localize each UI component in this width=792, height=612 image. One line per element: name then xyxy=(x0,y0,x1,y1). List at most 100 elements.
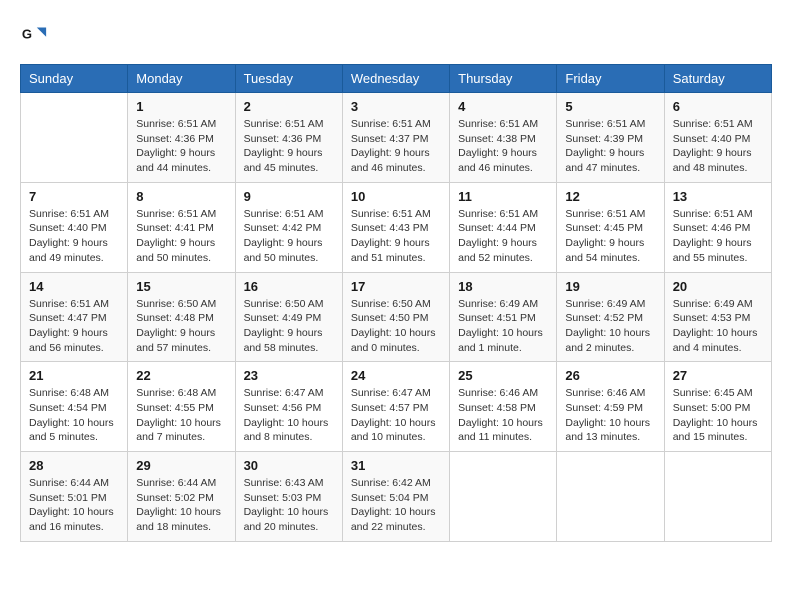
calendar-cell: 12 Sunrise: 6:51 AM Sunset: 4:45 PM Dayli… xyxy=(557,182,664,272)
day-info: Sunrise: 6:51 AM Sunset: 4:41 PM Dayligh… xyxy=(136,207,226,266)
day-info: Sunrise: 6:48 AM Sunset: 4:54 PM Dayligh… xyxy=(29,386,119,445)
day-number: 17 xyxy=(351,279,441,294)
day-info: Sunrise: 6:51 AM Sunset: 4:40 PM Dayligh… xyxy=(29,207,119,266)
calendar-week-row: 21 Sunrise: 6:48 AM Sunset: 4:54 PM Dayli… xyxy=(21,362,772,452)
svg-text:G: G xyxy=(22,27,32,42)
calendar-cell: 11 Sunrise: 6:51 AM Sunset: 4:44 PM Dayli… xyxy=(450,182,557,272)
day-info: Sunrise: 6:51 AM Sunset: 4:45 PM Dayligh… xyxy=(565,207,655,266)
weekday-header: Wednesday xyxy=(342,65,449,93)
day-number: 28 xyxy=(29,458,119,473)
calendar-week-row: 7 Sunrise: 6:51 AM Sunset: 4:40 PM Daylig… xyxy=(21,182,772,272)
day-number: 4 xyxy=(458,99,548,114)
day-info: Sunrise: 6:51 AM Sunset: 4:37 PM Dayligh… xyxy=(351,117,441,176)
day-number: 3 xyxy=(351,99,441,114)
day-number: 20 xyxy=(673,279,763,294)
calendar-cell: 20 Sunrise: 6:49 AM Sunset: 4:53 PM Dayli… xyxy=(664,272,771,362)
day-info: Sunrise: 6:50 AM Sunset: 4:49 PM Dayligh… xyxy=(244,297,334,356)
calendar-cell xyxy=(450,452,557,542)
calendar-cell xyxy=(21,93,128,183)
day-number: 16 xyxy=(244,279,334,294)
calendar-cell: 25Sunrise: 6:46 AM Sunset: 4:58 PM Dayli… xyxy=(450,362,557,452)
calendar-cell: 4 Sunrise: 6:51 AM Sunset: 4:38 PM Daylig… xyxy=(450,93,557,183)
day-info: Sunrise: 6:51 AM Sunset: 4:43 PM Dayligh… xyxy=(351,207,441,266)
calendar-cell: 31 Sunrise: 6:42 AM Sunset: 5:04 PM Dayli… xyxy=(342,452,449,542)
day-info: Sunrise: 6:47 AM Sunset: 4:57 PM Dayligh… xyxy=(351,386,441,445)
calendar-cell: 29Sunrise: 6:44 AM Sunset: 5:02 PM Dayli… xyxy=(128,452,235,542)
calendar-cell: 22 Sunrise: 6:48 AM Sunset: 4:55 PM Dayli… xyxy=(128,362,235,452)
calendar-cell: 10Sunrise: 6:51 AM Sunset: 4:43 PM Dayli… xyxy=(342,182,449,272)
calendar-cell: 30 Sunrise: 6:43 AM Sunset: 5:03 PM Dayli… xyxy=(235,452,342,542)
calendar-cell: 19Sunrise: 6:49 AM Sunset: 4:52 PM Dayli… xyxy=(557,272,664,362)
calendar-cell: 26Sunrise: 6:46 AM Sunset: 4:59 PM Dayli… xyxy=(557,362,664,452)
day-number: 1 xyxy=(136,99,226,114)
day-number: 9 xyxy=(244,189,334,204)
day-number: 14 xyxy=(29,279,119,294)
day-info: Sunrise: 6:51 AM Sunset: 4:40 PM Dayligh… xyxy=(673,117,763,176)
calendar-cell: 14 Sunrise: 6:51 AM Sunset: 4:47 PM Dayli… xyxy=(21,272,128,362)
day-info: Sunrise: 6:51 AM Sunset: 4:46 PM Dayligh… xyxy=(673,207,763,266)
day-number: 18 xyxy=(458,279,548,294)
day-info: Sunrise: 6:48 AM Sunset: 4:55 PM Dayligh… xyxy=(136,386,226,445)
calendar-cell: 7 Sunrise: 6:51 AM Sunset: 4:40 PM Daylig… xyxy=(21,182,128,272)
calendar-cell: 24 Sunrise: 6:47 AM Sunset: 4:57 PM Dayli… xyxy=(342,362,449,452)
day-info: Sunrise: 6:51 AM Sunset: 4:47 PM Dayligh… xyxy=(29,297,119,356)
day-number: 27 xyxy=(673,368,763,383)
day-number: 19 xyxy=(565,279,655,294)
day-number: 15 xyxy=(136,279,226,294)
day-number: 30 xyxy=(244,458,334,473)
day-number: 23 xyxy=(244,368,334,383)
calendar-cell: 28 Sunrise: 6:44 AM Sunset: 5:01 PM Dayli… xyxy=(21,452,128,542)
day-info: Sunrise: 6:45 AM Sunset: 5:00 PM Dayligh… xyxy=(673,386,763,445)
calendar-cell: 5 Sunrise: 6:51 AM Sunset: 4:39 PM Daylig… xyxy=(557,93,664,183)
calendar-cell xyxy=(557,452,664,542)
day-info: Sunrise: 6:44 AM Sunset: 5:01 PM Dayligh… xyxy=(29,476,119,535)
logo-icon: G xyxy=(20,20,48,48)
day-number: 6 xyxy=(673,99,763,114)
day-number: 11 xyxy=(458,189,548,204)
calendar-cell: 6 Sunrise: 6:51 AM Sunset: 4:40 PM Daylig… xyxy=(664,93,771,183)
day-info: Sunrise: 6:51 AM Sunset: 4:44 PM Dayligh… xyxy=(458,207,548,266)
day-number: 5 xyxy=(565,99,655,114)
calendar-cell: 27 Sunrise: 6:45 AM Sunset: 5:00 PM Dayli… xyxy=(664,362,771,452)
calendar-cell: 18 Sunrise: 6:49 AM Sunset: 4:51 PM Dayli… xyxy=(450,272,557,362)
weekday-header: Sunday xyxy=(21,65,128,93)
day-info: Sunrise: 6:46 AM Sunset: 4:59 PM Dayligh… xyxy=(565,386,655,445)
day-info: Sunrise: 6:47 AM Sunset: 4:56 PM Dayligh… xyxy=(244,386,334,445)
day-info: Sunrise: 6:49 AM Sunset: 4:51 PM Dayligh… xyxy=(458,297,548,356)
day-info: Sunrise: 6:51 AM Sunset: 4:36 PM Dayligh… xyxy=(136,117,226,176)
day-number: 24 xyxy=(351,368,441,383)
day-number: 25 xyxy=(458,368,548,383)
calendar-header: SundayMondayTuesdayWednesdayThursdayFrid… xyxy=(21,65,772,93)
calendar-cell: 3 Sunrise: 6:51 AM Sunset: 4:37 PM Daylig… xyxy=(342,93,449,183)
day-number: 21 xyxy=(29,368,119,383)
calendar-cell: 15 Sunrise: 6:50 AM Sunset: 4:48 PM Dayli… xyxy=(128,272,235,362)
calendar-cell: 8Sunrise: 6:51 AM Sunset: 4:41 PM Daylig… xyxy=(128,182,235,272)
day-number: 13 xyxy=(673,189,763,204)
day-number: 22 xyxy=(136,368,226,383)
logo: G xyxy=(20,20,52,48)
calendar-table: SundayMondayTuesdayWednesdayThursdayFrid… xyxy=(20,64,772,542)
day-info: Sunrise: 6:51 AM Sunset: 4:39 PM Dayligh… xyxy=(565,117,655,176)
weekday-header: Friday xyxy=(557,65,664,93)
day-number: 12 xyxy=(565,189,655,204)
weekday-header: Saturday xyxy=(664,65,771,93)
calendar-cell: 21 Sunrise: 6:48 AM Sunset: 4:54 PM Dayli… xyxy=(21,362,128,452)
day-info: Sunrise: 6:43 AM Sunset: 5:03 PM Dayligh… xyxy=(244,476,334,535)
calendar-cell xyxy=(664,452,771,542)
day-number: 2 xyxy=(244,99,334,114)
calendar-cell: 1 Sunrise: 6:51 AM Sunset: 4:36 PM Daylig… xyxy=(128,93,235,183)
day-number: 31 xyxy=(351,458,441,473)
calendar-week-row: 28 Sunrise: 6:44 AM Sunset: 5:01 PM Dayli… xyxy=(21,452,772,542)
weekday-header: Thursday xyxy=(450,65,557,93)
calendar-cell: 23 Sunrise: 6:47 AM Sunset: 4:56 PM Dayli… xyxy=(235,362,342,452)
day-number: 7 xyxy=(29,189,119,204)
day-number: 29 xyxy=(136,458,226,473)
day-info: Sunrise: 6:50 AM Sunset: 4:50 PM Dayligh… xyxy=(351,297,441,356)
day-info: Sunrise: 6:49 AM Sunset: 4:53 PM Dayligh… xyxy=(673,297,763,356)
weekday-header: Tuesday xyxy=(235,65,342,93)
page-header: G xyxy=(20,20,772,48)
day-info: Sunrise: 6:51 AM Sunset: 4:42 PM Dayligh… xyxy=(244,207,334,266)
day-info: Sunrise: 6:42 AM Sunset: 5:04 PM Dayligh… xyxy=(351,476,441,535)
day-info: Sunrise: 6:50 AM Sunset: 4:48 PM Dayligh… xyxy=(136,297,226,356)
day-info: Sunrise: 6:51 AM Sunset: 4:38 PM Dayligh… xyxy=(458,117,548,176)
